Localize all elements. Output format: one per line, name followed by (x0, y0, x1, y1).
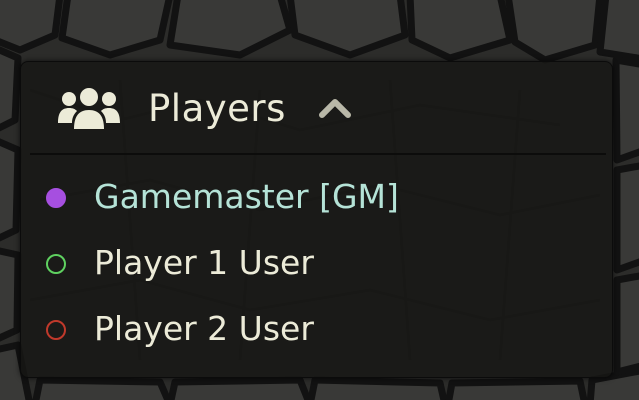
player-name: Player 1 User (94, 243, 314, 282)
users-icon (58, 88, 120, 129)
player-name: Gamemaster [GM] (94, 177, 399, 216)
players-panel-header[interactable]: Players (21, 62, 612, 154)
header-divider (30, 153, 606, 155)
player-list: Gamemaster [GM] Player 1 User Player 2 U… (21, 169, 612, 367)
players-panel: Players Gamemaster [GM] Player 1 User Pl… (20, 61, 613, 378)
player-item-gamemaster[interactable]: Gamemaster [GM] (21, 169, 612, 235)
player-color-dot (46, 320, 66, 340)
player-item-player-2[interactable]: Player 2 User (21, 301, 612, 367)
player-name: Player 2 User (94, 309, 314, 348)
player-color-dot (46, 188, 66, 208)
player-item-player-1[interactable]: Player 1 User (21, 235, 612, 301)
player-color-dot (46, 254, 66, 274)
chevron-up-icon[interactable] (318, 94, 352, 120)
panel-title: Players (148, 87, 286, 130)
